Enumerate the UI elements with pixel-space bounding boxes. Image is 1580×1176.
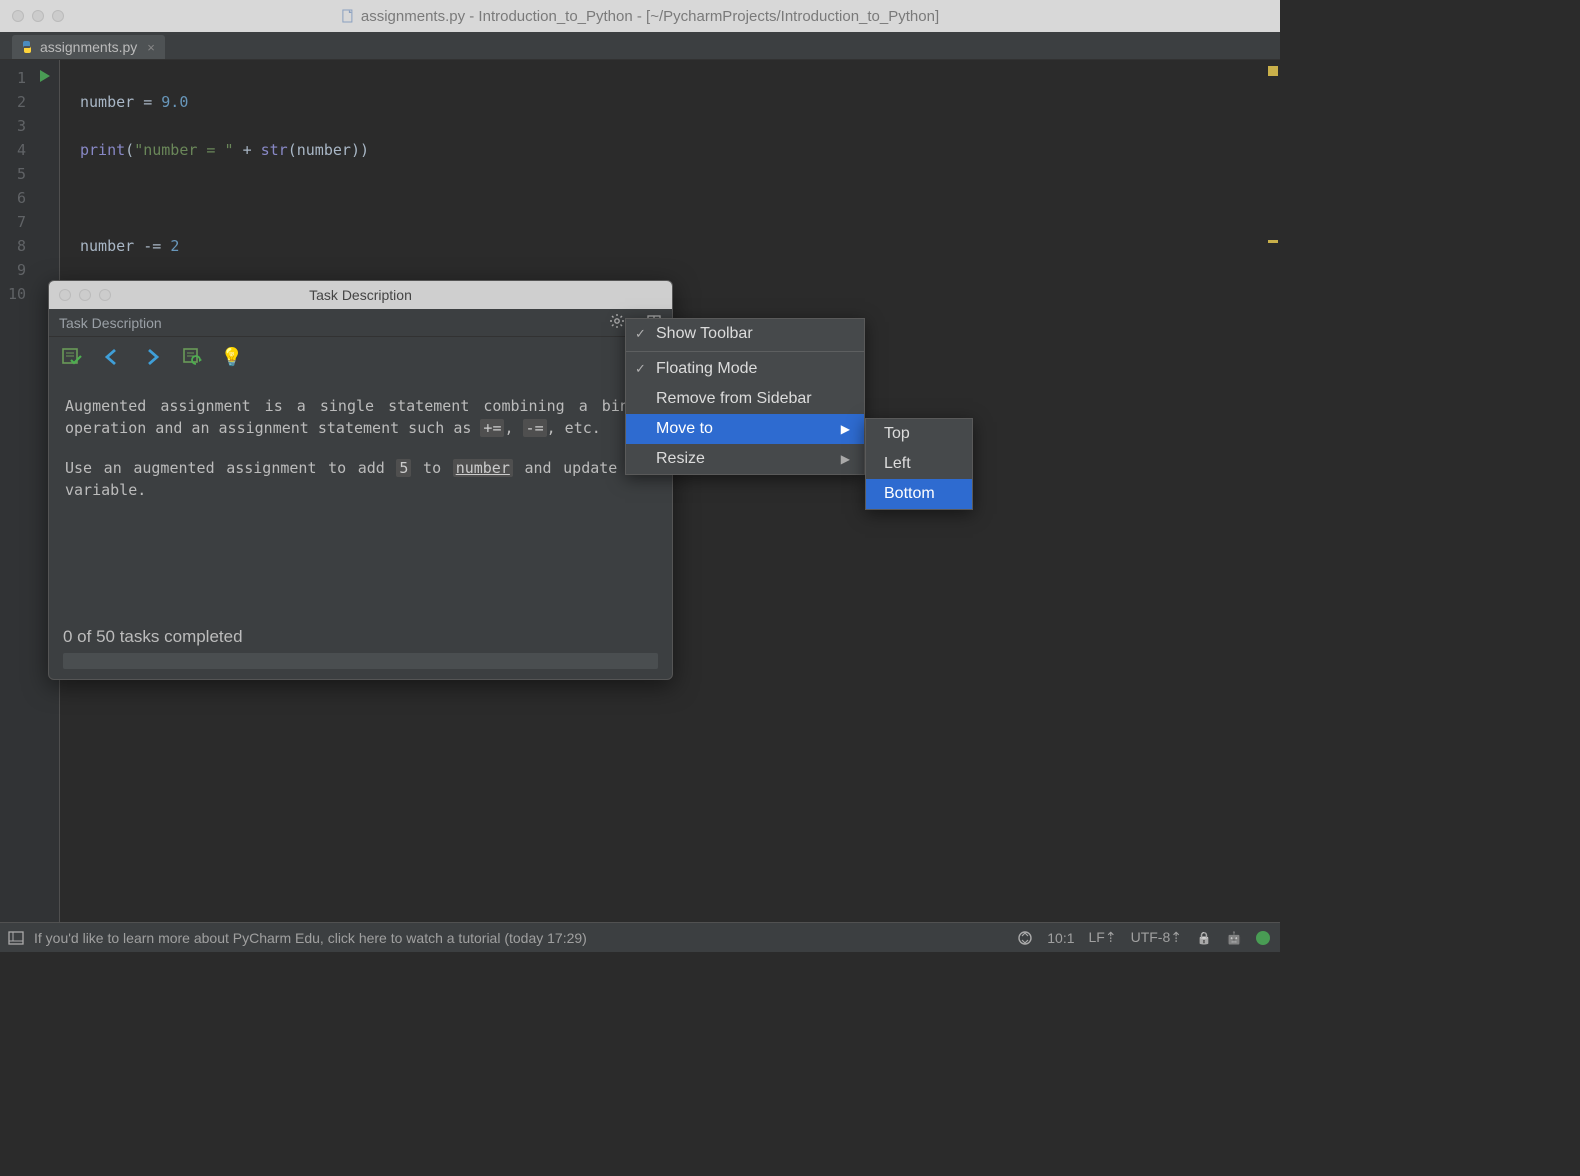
error-stripe[interactable] xyxy=(1266,60,1280,922)
progress-bar xyxy=(63,653,658,669)
file-icon xyxy=(341,9,355,23)
python-file-icon xyxy=(20,40,34,54)
window-titlebar: assignments.py - Introduction_to_Python … xyxy=(0,0,1280,32)
next-task-icon[interactable] xyxy=(141,346,163,368)
window-minimize-button[interactable] xyxy=(32,10,44,22)
menu-move-left[interactable]: Left xyxy=(866,449,972,479)
cursor-position[interactable]: 10:1 xyxy=(1047,930,1074,946)
check-task-icon[interactable] xyxy=(61,346,83,368)
task-progress: 0 of 50 tasks completed xyxy=(63,627,658,669)
menu-move-bottom[interactable]: Bottom xyxy=(866,479,972,509)
popup-zoom-button[interactable] xyxy=(99,289,111,301)
run-gutter-icon[interactable] xyxy=(38,66,52,90)
traffic-lights xyxy=(0,10,64,22)
lock-icon[interactable] xyxy=(1196,930,1212,946)
menu-floating-mode[interactable]: Floating Mode xyxy=(626,354,864,384)
menu-show-toolbar[interactable]: Show Toolbar xyxy=(626,319,864,349)
task-body: Augmented assignment is a single stateme… xyxy=(49,377,672,629)
hint-icon[interactable]: 💡 xyxy=(221,346,243,368)
tab-label: assignments.py xyxy=(40,39,137,55)
line-number: 4 xyxy=(0,138,60,162)
menu-resize[interactable]: Resize▶ xyxy=(626,444,864,474)
chevron-right-icon: ▶ xyxy=(841,422,850,436)
task-toolbar: 💡 xyxy=(49,337,672,377)
window-title: assignments.py - Introduction_to_Python … xyxy=(341,8,939,25)
line-number: 9 xyxy=(0,258,60,282)
task-description-panel: Task Description Task Description ▾ 💡 A xyxy=(48,280,673,680)
window-title-text: assignments.py - Introduction_to_Python … xyxy=(361,8,939,25)
line-number: 6 xyxy=(0,186,60,210)
gear-icon[interactable] xyxy=(609,313,625,332)
status-bar: If you'd like to learn more about PyChar… xyxy=(0,922,1280,952)
menu-move-to[interactable]: Move to▶ xyxy=(626,414,864,444)
gear-context-menu: Show Toolbar Floating Mode Remove from S… xyxy=(625,318,865,475)
status-message[interactable]: If you'd like to learn more about PyChar… xyxy=(34,930,587,946)
move-to-submenu: Top Left Bottom xyxy=(865,418,973,510)
inspector-icon[interactable] xyxy=(1226,930,1242,946)
file-encoding[interactable]: UTF-8⇡ xyxy=(1131,929,1182,946)
line-number: 5 xyxy=(0,162,60,186)
popup-minimize-button[interactable] xyxy=(79,289,91,301)
menu-remove-sidebar[interactable]: Remove from Sidebar xyxy=(626,384,864,414)
menu-move-top[interactable]: Top xyxy=(866,419,972,449)
tool-windows-icon[interactable] xyxy=(8,930,24,946)
window-zoom-button[interactable] xyxy=(52,10,64,22)
status-indicator-icon[interactable] xyxy=(1256,931,1270,945)
tab-assignments[interactable]: assignments.py × xyxy=(12,35,165,59)
line-number: 7 xyxy=(0,210,60,234)
warning-marker[interactable] xyxy=(1268,240,1278,243)
popup-close-button[interactable] xyxy=(59,289,71,301)
popup-header: Task Description ▾ xyxy=(49,309,672,337)
menu-separator xyxy=(626,351,864,352)
line-number: 2 xyxy=(0,90,60,114)
progress-label: 0 of 50 tasks completed xyxy=(63,627,658,647)
sync-icon[interactable] xyxy=(1017,930,1033,946)
popup-header-label: Task Description xyxy=(59,315,162,331)
warning-indicator[interactable] xyxy=(1268,66,1278,76)
popup-title: Task Description xyxy=(309,287,412,303)
prev-task-icon[interactable] xyxy=(101,346,123,368)
line-number: 8 xyxy=(0,234,60,258)
window-close-button[interactable] xyxy=(12,10,24,22)
chevron-right-icon: ▶ xyxy=(841,452,850,466)
line-number: 3 xyxy=(0,114,60,138)
popup-titlebar[interactable]: Task Description xyxy=(49,281,672,309)
editor-tabs: assignments.py × xyxy=(0,32,1280,60)
reset-task-icon[interactable] xyxy=(181,346,203,368)
close-icon[interactable]: × xyxy=(147,40,155,55)
line-separator[interactable]: LF⇡ xyxy=(1089,929,1117,946)
